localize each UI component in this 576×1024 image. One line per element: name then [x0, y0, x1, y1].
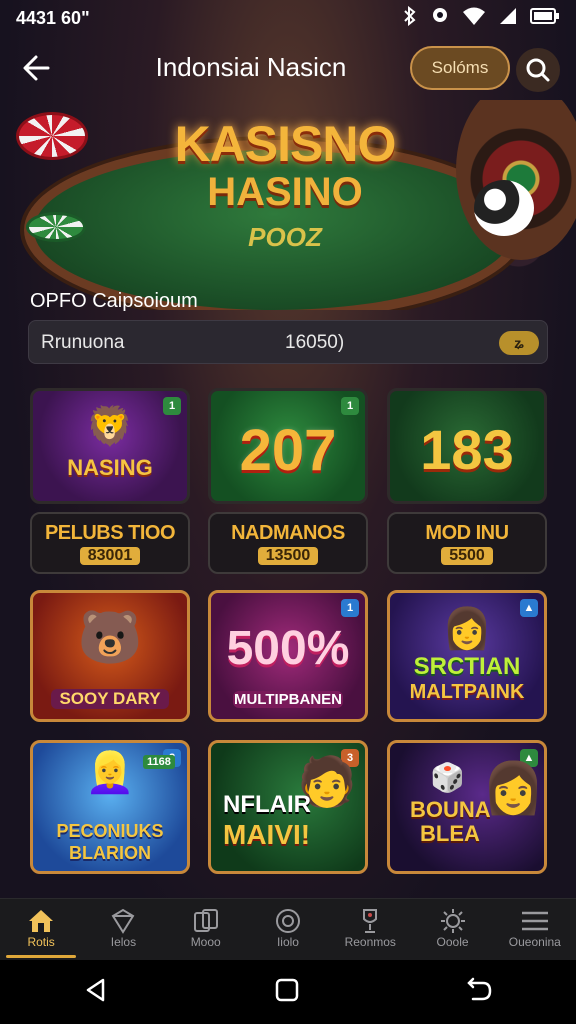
card-art-text: 183: [420, 418, 514, 481]
app-header: Indonsiai Nasicn Solóms: [0, 40, 576, 96]
menu-icon: [494, 907, 576, 935]
card-art-text: 500%: [226, 622, 350, 675]
filter-badge[interactable]: ʑ: [499, 331, 539, 355]
bluetooth-icon: [402, 5, 418, 31]
nav-item-mooo[interactable]: Mooo: [165, 899, 247, 960]
card-art-text: SRCTIAN: [413, 653, 521, 680]
game-card[interactable]: 3 🧑 NFLAIR MAIVI!: [208, 740, 368, 874]
card-art-text: SOOY DARY: [51, 689, 169, 709]
cards-icon: [165, 907, 247, 935]
player-avatar: 👩: [482, 760, 545, 816]
bear-icon: 🐻: [77, 609, 143, 667]
nav-item-menu[interactable]: Oueonina: [494, 899, 576, 960]
search-button[interactable]: [516, 48, 560, 92]
hero-banner[interactable]: KASISNO HASINO POOZ: [0, 100, 576, 310]
system-recents-button[interactable]: [465, 977, 493, 1008]
ball-icon: [474, 180, 534, 236]
game-amount: 83001: [79, 547, 141, 565]
poker-chip: [26, 212, 86, 242]
nav-item-reonmos[interactable]: Reonmos: [329, 899, 411, 960]
filter-value: 16050): [285, 332, 345, 353]
square-home-icon: [275, 978, 299, 1001]
player-avatar: 👩: [442, 607, 492, 651]
game-label[interactable]: NADMANOS 13500: [208, 512, 368, 574]
header-pill-button[interactable]: Solóms: [410, 46, 510, 90]
diamond-icon: [82, 907, 164, 935]
nav-item-iiolo[interactable]: Iiolo: [247, 899, 329, 960]
rotate-back-icon: [467, 977, 492, 1000]
game-amount: 13500: [257, 547, 319, 565]
card-art-subtext: MULTIPBANEN: [233, 691, 343, 708]
status-bar: 4431 60": [0, 0, 576, 36]
gear-icon: [411, 907, 493, 935]
player-avatar: 👱‍♀️: [85, 751, 135, 795]
game-amount: 5500: [441, 547, 493, 565]
wifi-icon: [462, 6, 486, 31]
nav-label: Oueonina: [508, 935, 561, 949]
status-time: 4431 60": [16, 7, 90, 28]
lion-icon: 🦁: [86, 406, 134, 448]
signal-icon: [498, 6, 518, 31]
location-icon: [430, 6, 450, 31]
card-art-text: NASING: [67, 455, 153, 480]
system-nav-bar: [0, 960, 576, 1024]
section-title: OPFO Caipsoioum: [30, 290, 198, 312]
nav-item-home[interactable]: Rotis: [0, 899, 82, 960]
filter-label: Rrunuona: [41, 332, 125, 353]
nav-label: Ielos: [110, 935, 137, 949]
game-title: MOD INU: [425, 522, 509, 544]
nav-item-ooole[interactable]: Ooole: [411, 899, 493, 960]
nav-label: Mooo: [190, 935, 221, 949]
home-icon: [0, 907, 82, 935]
trophy-icon: [329, 907, 411, 935]
game-card[interactable]: 2 1168 👱‍♀️ PECONIUKS BLARION: [30, 740, 190, 874]
game-card[interactable]: ▲ 👩 SRCTIAN MALTPAINK: [387, 590, 547, 722]
search-icon: [526, 58, 550, 82]
logo-line-3: POOZ: [248, 222, 322, 252]
card-art-subtext: BLARION: [69, 843, 151, 863]
bottom-nav: Rotis Ielos Mooo Iiolo Reonmos Ooole Oue…: [0, 898, 576, 960]
game-card[interactable]: 183: [387, 388, 547, 504]
nav-label: Iiolo: [276, 935, 299, 949]
card-corner-badge: 1: [341, 599, 359, 617]
card-art-text: PECONIUKS: [56, 821, 164, 841]
game-card[interactable]: 1 🦁 NASING: [30, 388, 190, 504]
game-card[interactable]: 🐻 SOOY DARY: [30, 590, 190, 722]
card-art-text: 207: [239, 418, 337, 483]
triangle-back-icon: [86, 978, 104, 1001]
battery-icon: [530, 6, 560, 31]
card-art-subtext: BLEA: [420, 821, 480, 846]
chip-icon: [247, 907, 329, 935]
logo-line-2: HASINO: [207, 170, 363, 214]
dice-icon: 🎲: [430, 762, 465, 793]
card-art-subtext: MALTPAINK: [409, 681, 525, 703]
nav-item-ielos[interactable]: Ielos: [82, 899, 164, 960]
nav-label: Ooole: [436, 935, 469, 949]
game-card[interactable]: ▲ 🎲 👩 BOUNA BLEA: [387, 740, 547, 874]
card-art-text: BOUNA: [410, 797, 491, 822]
logo-line-1: KASISNO: [174, 116, 397, 172]
card-corner-badge: 1: [341, 397, 359, 415]
poker-chip: [16, 112, 88, 160]
nav-label: Rotis: [27, 935, 55, 949]
filter-bar[interactable]: Rrunuona 16050) ʑ: [28, 320, 548, 364]
card-art-subtext: MAIVI!: [223, 819, 311, 850]
card-art-text: NFLAIR: [223, 791, 311, 818]
game-label[interactable]: MOD INU 5500: [387, 512, 547, 574]
system-home-button[interactable]: [274, 977, 300, 1008]
game-title: PELUBS TIOO: [44, 522, 176, 544]
system-back-button[interactable]: [83, 977, 109, 1008]
game-label[interactable]: PELUBS TIOO 83001: [30, 512, 190, 574]
game-card[interactable]: 1 500% MULTIPBANEN: [208, 590, 368, 722]
casino-logo: KASISNO HASINO POOZ: [150, 118, 420, 253]
game-title: NADMANOS: [231, 522, 345, 544]
game-card[interactable]: 1 207: [208, 388, 368, 504]
nav-label: Reonmos: [344, 935, 396, 949]
